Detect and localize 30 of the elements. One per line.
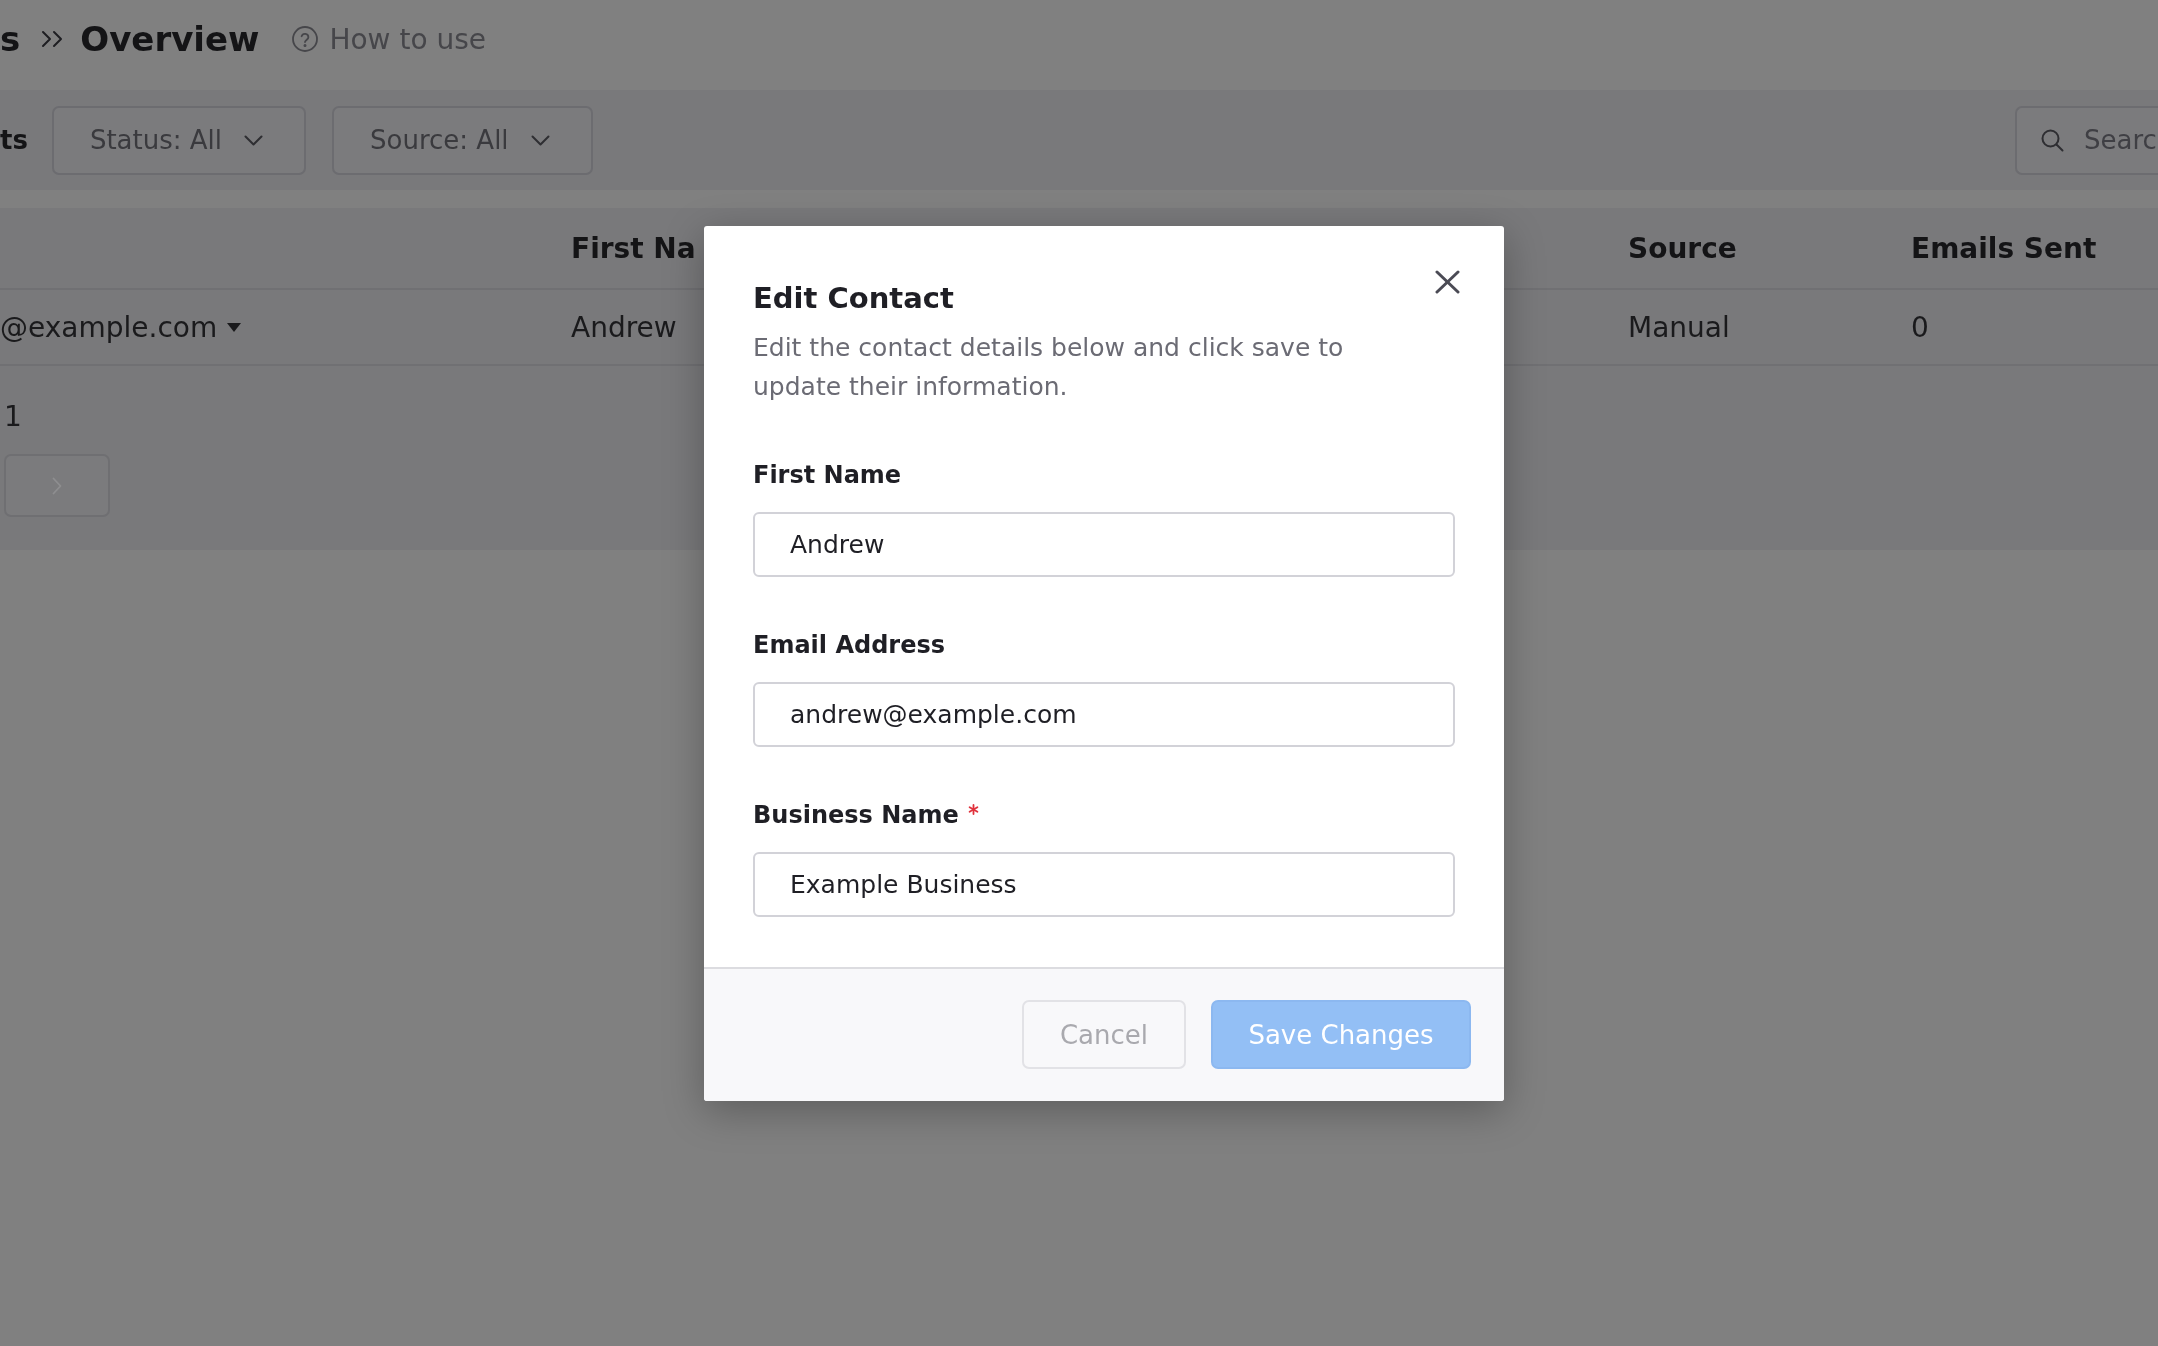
dialog-title: Edit Contact [753,280,955,316]
field-label: Business Name [753,800,959,830]
filter-dropdown[interactable]: Status: All [51,105,306,175]
chevron-down-icon [244,134,263,146]
toolbar-title: ts [0,125,28,155]
text-input[interactable]: andrew@example.com [753,682,1455,747]
close-button[interactable] [1435,270,1460,294]
column-header: First Na [571,231,696,265]
dialog-description: Edit the contact details below and click save to update their information. [753,332,1345,403]
column-header: Emails Sent [1911,231,2097,265]
text-input[interactable]: Andrew [753,512,1455,577]
help-link[interactable]: How to use [292,22,486,56]
page-title: Overview [80,19,260,59]
caret-down-icon[interactable] [227,322,242,332]
text-input[interactable]: Example Business [753,852,1455,917]
page-number: 1 [4,400,22,434]
search-icon [2041,128,2064,152]
close-icon [1435,270,1460,294]
field-label: First Name [753,460,902,490]
help-icon [292,26,319,52]
table-cell: @example.com [0,310,218,344]
table-cell: Manual [1628,310,1730,344]
filter-dropdown[interactable]: Source: All [332,105,593,175]
column-header: Source [1628,231,1737,265]
table-cell: Andrew [571,310,677,344]
breadcrumb-link[interactable]: s [0,19,21,59]
search-field[interactable]: Searc [2015,105,2158,175]
chevron-down-icon [530,134,550,146]
table-cell: 0 [1911,310,1929,344]
field-label: Email Address [753,630,946,660]
